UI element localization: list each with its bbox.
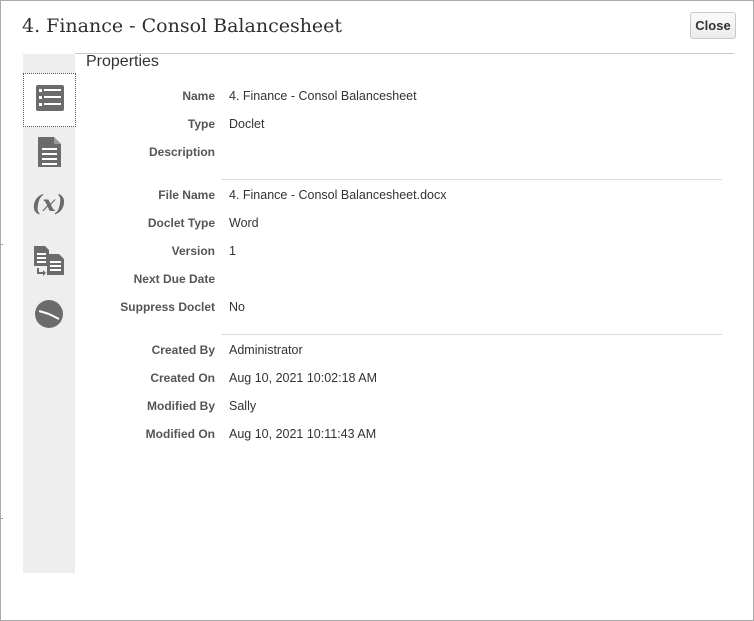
property-label: File Name [158,188,215,202]
property-label: Modified On [145,427,215,441]
clock-icon [34,299,64,334]
property-label: Suppress Doclet [120,300,215,314]
side-tab-rail: (x) [23,54,76,573]
section-divider [221,334,722,335]
property-row: Created On Aug 10, 2021 10:02:18 AM [81,371,721,391]
property-row: Next Due Date [81,272,721,292]
background-edge-mark [1,518,3,519]
property-row: Name 4. Finance - Consol Balancesheet [81,89,721,109]
dialog-title: 4. Finance - Consol Balancesheet [22,15,343,37]
property-label: Modified By [147,399,215,413]
tab-variables[interactable]: (x) [23,182,75,230]
property-value: Administrator [229,343,303,357]
property-label: Description [148,145,215,159]
tab-references[interactable] [23,238,75,286]
property-row: Description [81,145,721,165]
properties-dialog: 4. Finance - Consol Balancesheet Close (… [0,0,754,621]
tab-document[interactable] [23,130,75,178]
property-label: Doclet Type [147,216,215,230]
property-row: Modified By Sally [81,399,721,419]
background-edge-mark [1,244,3,245]
property-label: Version [171,244,215,258]
property-value: Word [229,216,259,230]
tab-history[interactable] [23,292,75,340]
property-label: Name [182,89,215,103]
section-title: Properties [86,53,159,70]
variable-icon: (x) [32,189,66,224]
property-value: 4. Finance - Consol Balancesheet [229,89,417,103]
property-label: Next Due Date [133,272,215,286]
tab-properties[interactable] [23,73,76,127]
property-row: Created By Administrator [81,343,721,363]
property-row: Type Doclet [81,117,721,137]
document-icon [36,136,62,173]
property-label: Created On [150,371,215,385]
properties-list-icon [35,84,65,117]
property-value: Sally [229,399,257,413]
svg-text:(x): (x) [32,191,66,217]
property-row: Version 1 [81,244,721,264]
property-value: Aug 10, 2021 10:11:43 AM [229,427,377,441]
property-row: Suppress Doclet No [81,300,721,320]
property-row: File Name 4. Finance - Consol Balanceshe… [81,188,721,208]
property-value: No [229,300,245,314]
property-value: 1 [229,244,236,258]
close-button[interactable]: Close [690,12,736,39]
property-row: Modified On Aug 10, 2021 10:11:43 AM [81,427,721,447]
property-label: Type [187,117,215,131]
header-divider [75,53,734,54]
property-label: Created By [151,343,215,357]
property-value: Doclet [229,117,265,131]
property-value: Aug 10, 2021 10:02:18 AM [229,371,378,385]
property-row: Doclet Type Word [81,216,721,236]
copy-transfer-icon [33,244,65,281]
section-divider [221,179,722,180]
property-value: 4. Finance - Consol Balancesheet.docx [229,188,447,202]
